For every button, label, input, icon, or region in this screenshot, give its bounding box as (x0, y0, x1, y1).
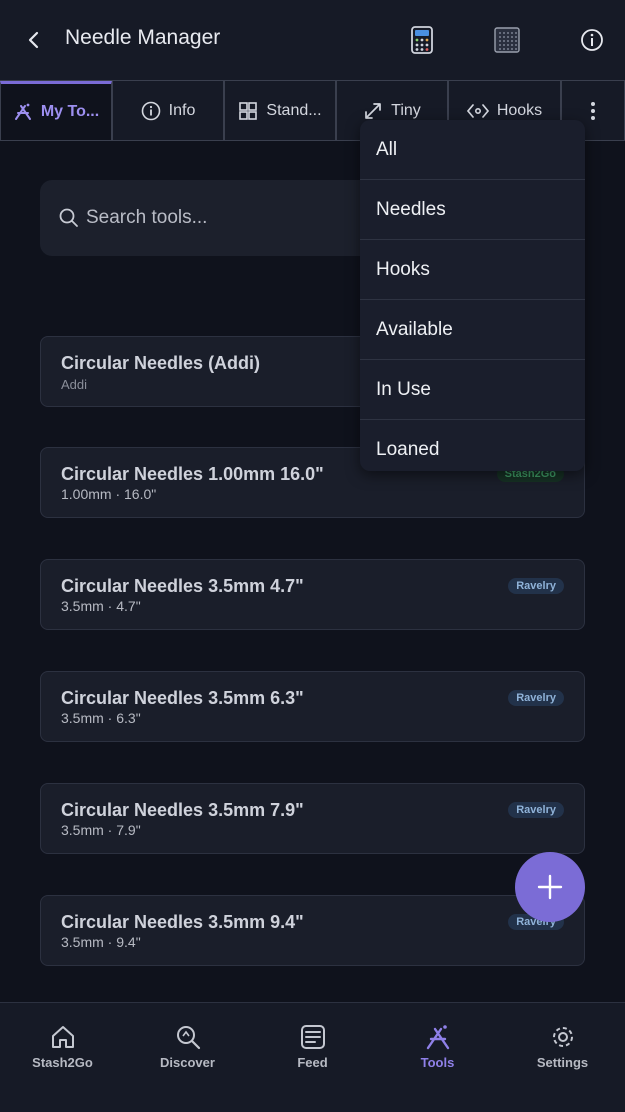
info-icon (141, 101, 160, 120)
grid-button[interactable] (491, 24, 523, 56)
tool-card[interactable]: Circular Needles 3.5mm 6.3" 3.5mm · 6.3"… (40, 671, 585, 742)
info-button[interactable] (576, 24, 608, 56)
source-badge: Ravelry (508, 690, 564, 706)
filter-option-in-use[interactable]: In Use (360, 360, 585, 420)
filter-option-all[interactable]: All (360, 120, 585, 180)
hook-icon (466, 103, 489, 118)
grid-icon (239, 101, 258, 120)
tool-name: Circular Needles 3.5mm 9.4" (61, 912, 304, 932)
search-icon (176, 1026, 200, 1050)
nav-tools[interactable]: Tools (375, 1003, 500, 1112)
tab-my-tools[interactable]: My To... (0, 81, 112, 141)
nav-feed[interactable]: Feed (250, 1003, 375, 1112)
calculator-button[interactable] (406, 24, 438, 56)
nav-label: Tools (420, 1055, 455, 1070)
tool-card[interactable]: Circular Needles 3.5mm 4.7" 3.5mm · 4.7"… (40, 559, 585, 630)
nav-stash2go[interactable]: Stash2Go (0, 1003, 125, 1112)
info-icon (581, 29, 603, 51)
tool-name: Circular Needles 1.00mm 16.0" (61, 464, 324, 484)
grid-icon (494, 27, 520, 53)
back-button[interactable] (18, 24, 50, 56)
filter-menu: All Needles Hooks Available In Use Loane… (360, 120, 585, 471)
tab-label: Stand... (266, 101, 322, 119)
feed-icon (300, 1025, 325, 1049)
tool-detail: 3.5mm · 6.3" (61, 710, 141, 726)
calculator-icon (411, 26, 433, 54)
nav-settings[interactable]: Settings (500, 1003, 625, 1112)
source-badge: Ravelry (508, 802, 564, 818)
nav-discover[interactable]: Discover (125, 1003, 250, 1112)
bottom-nav: Stash2Go Discover Feed Tools Settings (0, 1002, 625, 1112)
tool-card[interactable]: Circular Needles 3.5mm 9.4" 3.5mm · 9.4"… (40, 895, 585, 966)
tools-icon (426, 1025, 449, 1050)
search-input[interactable] (86, 207, 366, 229)
nav-label: Discover (160, 1055, 215, 1070)
expand-icon (365, 102, 382, 119)
filter-option-hooks[interactable]: Hooks (360, 240, 585, 300)
more-vertical-icon (591, 101, 595, 120)
plus-icon (537, 874, 563, 900)
tab-label: My To... (40, 103, 100, 120)
chevron-left-icon (28, 31, 39, 49)
tool-detail: 3.5mm · 4.7" (61, 598, 141, 614)
search-icon (59, 208, 78, 227)
tool-name: Circular Needles 3.5mm 6.3" (61, 688, 304, 708)
tool-name: Circular Needles (Addi) (61, 353, 261, 373)
tab-label: Info (168, 101, 196, 119)
tool-name: Circular Needles 3.5mm 7.9" (61, 800, 304, 820)
nav-label: Stash2Go (32, 1055, 93, 1070)
app-header: Needle Manager (0, 0, 625, 80)
tab-label: Hooks (496, 101, 543, 119)
tools-icon (14, 103, 31, 120)
tool-card[interactable]: Circular Needles 3.5mm 7.9" 3.5mm · 7.9"… (40, 783, 585, 854)
tab-info[interactable]: Info (112, 81, 224, 141)
source-badge: Ravelry (508, 578, 564, 594)
home-icon (51, 1026, 74, 1048)
add-tool-button[interactable] (515, 852, 585, 922)
nav-label: Feed (297, 1055, 328, 1070)
tool-detail: Addi (61, 377, 88, 392)
filter-option-available[interactable]: Available (360, 300, 585, 360)
page-title: Needle Manager (65, 26, 221, 49)
tab-label: Tiny (391, 101, 421, 119)
tool-detail: 1.00mm · 16.0" (61, 486, 157, 502)
filter-option-loaned[interactable]: Loaned (360, 420, 585, 471)
tool-detail: 3.5mm · 7.9" (61, 822, 141, 838)
gear-icon (552, 1027, 573, 1047)
nav-label: Settings (536, 1055, 589, 1070)
tool-name: Circular Needles 3.5mm 4.7" (61, 576, 304, 596)
tab-standard[interactable]: Stand... (224, 81, 336, 141)
tool-detail: 3.5mm · 9.4" (61, 934, 141, 950)
filter-option-needles[interactable]: Needles (360, 180, 585, 240)
